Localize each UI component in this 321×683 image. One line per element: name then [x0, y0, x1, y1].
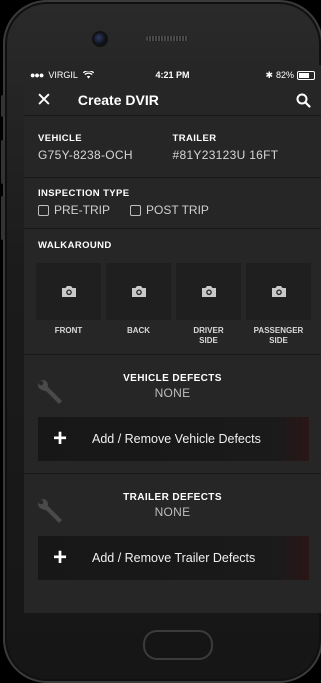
vehicle-defects-title: VEHICLE DEFECTS — [123, 373, 222, 384]
camera-icon — [61, 286, 76, 297]
checkbox-icon — [130, 204, 142, 216]
post-trip-checkbox[interactable]: POST TRIP — [130, 203, 209, 217]
add-remove-vehicle-defects-button[interactable]: + Add / Remove Vehicle Defects — [38, 417, 309, 461]
checkbox-icon — [38, 204, 49, 216]
walkaround-driver-side-label: DRIVER SIDE — [193, 326, 224, 345]
search-icon[interactable] — [296, 93, 311, 108]
inspection-type-section: INSPECTION TYPE PRE-TRIP POST TRIP — [24, 178, 321, 229]
battery-icon — [297, 70, 315, 80]
wifi-icon — [82, 71, 94, 79]
app-screen: ●●● VIRGIL 4:21 PM ✱ 82% ✕ Create DVIR V… — [24, 65, 321, 613]
page-title: Create DVIR — [77, 92, 159, 108]
walkaround-back-tile[interactable]: BACK — [106, 263, 171, 345]
trailer-field[interactable]: TRAILER #81Y23123U 16FT — [173, 133, 308, 177]
vehicle-defects-section: VEHICLE DEFECTS NONE + Add / Remove Vehi… — [24, 355, 321, 474]
camera-icon — [131, 286, 146, 297]
walkaround-section: WALKAROUND FRONT BACK DRIVER SIDE PASSEN… — [24, 229, 321, 355]
camera-icon — [201, 286, 216, 297]
walkaround-back-label: BACK — [126, 326, 151, 335]
vehicle-value: G75Y-8238-OCH — [38, 148, 133, 162]
plus-icon: + — [52, 544, 67, 571]
volume-down-button — [1, 196, 5, 240]
vehicle-trailer-section: VEHICLE G75Y-8238-OCH TRAILER #81Y23123U… — [24, 116, 321, 178]
battery-level — [299, 72, 309, 78]
walkaround-passenger-side-tile[interactable]: PASSENGER SIDE — [246, 263, 311, 345]
wrench-icon — [38, 380, 62, 404]
trailer-defects-value: NONE — [154, 505, 191, 519]
add-vehicle-defects-label: Add / Remove Vehicle Defects — [92, 432, 261, 446]
post-trip-label: POST TRIP — [146, 203, 209, 217]
walkaround-label: WALKAROUND — [38, 240, 112, 251]
vehicle-label: VEHICLE — [38, 133, 82, 144]
vehicle-defects-value: NONE — [154, 386, 191, 400]
earpiece-speaker — [146, 36, 188, 41]
add-trailer-defects-label: Add / Remove Trailer Defects — [92, 551, 256, 565]
add-remove-trailer-defects-button[interactable]: + Add / Remove Trailer Defects — [38, 536, 309, 580]
carrier-name: VIRGIL — [48, 70, 78, 80]
close-icon[interactable]: ✕ — [36, 91, 52, 110]
trailer-label: TRAILER — [172, 133, 217, 144]
trailer-defects-title: TRAILER DEFECTS — [123, 492, 222, 503]
walkaround-driver-side-tile[interactable]: DRIVER SIDE — [176, 263, 241, 345]
status-bar: ●●● VIRGIL 4:21 PM ✱ 82% — [24, 65, 321, 85]
pre-trip-checkbox[interactable]: PRE-TRIP — [38, 203, 110, 217]
wrench-icon — [38, 499, 62, 523]
trailer-value: #81Y23123U 16FT — [172, 148, 279, 162]
vehicle-field[interactable]: VEHICLE G75Y-8238-OCH — [38, 133, 173, 177]
home-button[interactable] — [143, 630, 213, 660]
trailer-defects-section: TRAILER DEFECTS NONE + Add / Remove Trai… — [24, 474, 321, 592]
nav-bar: ✕ Create DVIR — [24, 85, 321, 116]
inspection-type-label: INSPECTION TYPE — [38, 188, 130, 199]
front-camera — [94, 33, 106, 45]
walkaround-passenger-side-label: PASSENGER SIDE — [253, 326, 304, 345]
plus-icon: + — [52, 425, 67, 452]
walkaround-front-tile[interactable]: FRONT — [36, 263, 101, 345]
battery-percent: 82% — [275, 70, 294, 80]
volume-up-button — [1, 140, 5, 184]
signal-dots-icon: ●●● — [30, 70, 44, 80]
pre-trip-label: PRE-TRIP — [54, 203, 111, 217]
bluetooth-icon: ✱ — [265, 69, 273, 80]
camera-icon — [271, 286, 286, 297]
mute-switch — [1, 95, 5, 117]
walkaround-front-label: FRONT — [54, 326, 83, 335]
